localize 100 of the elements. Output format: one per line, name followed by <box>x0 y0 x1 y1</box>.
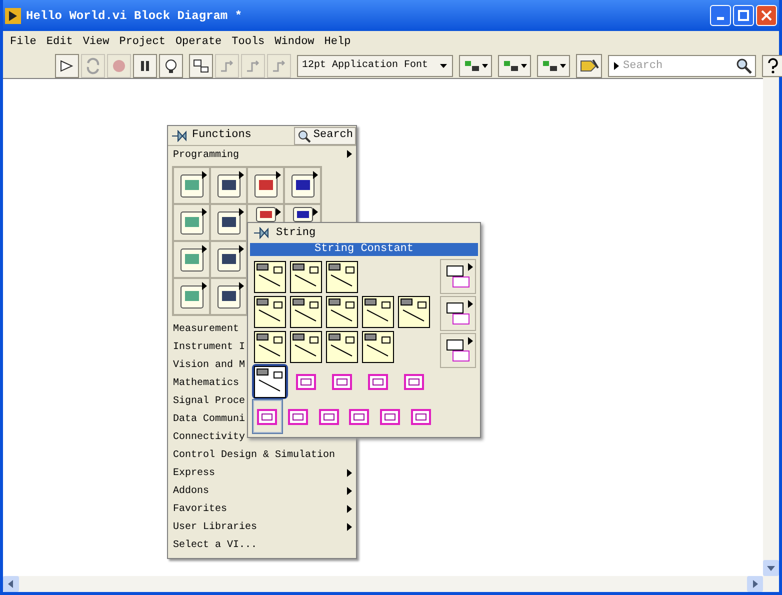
diagram-canvas[interactable] <box>3 78 763 576</box>
constant-icon <box>332 374 352 390</box>
menu-item[interactable]: Project <box>118 34 166 50</box>
menu-item[interactable]: View <box>82 34 110 50</box>
expand-icon <box>612 62 620 70</box>
scroll-left-icon[interactable] <box>3 576 19 592</box>
menu-item[interactable]: Tools <box>230 34 266 50</box>
close-icon <box>761 10 772 21</box>
submenu-arrow-icon <box>276 171 281 179</box>
constant-icon <box>380 408 400 424</box>
palette-tile[interactable] <box>360 329 396 364</box>
function-icon[interactable] <box>256 207 276 222</box>
horizontal-scrollbar[interactable] <box>3 576 779 592</box>
function-icon[interactable] <box>292 207 312 222</box>
submenu-arrow-icon <box>239 208 244 216</box>
category-item[interactable]: Connectivity <box>173 430 246 444</box>
pin-icon[interactable] <box>253 227 271 239</box>
highlight-button[interactable] <box>159 54 183 78</box>
palette-tile[interactable] <box>252 364 288 399</box>
function-icon <box>362 330 394 362</box>
function-icon[interactable] <box>180 210 204 234</box>
category-item[interactable]: User Libraries <box>173 520 258 534</box>
palette-title: Functions <box>192 128 252 144</box>
category-item[interactable]: Select a VI... <box>173 538 258 552</box>
maximize-button[interactable] <box>733 5 754 26</box>
function-icon <box>326 260 358 292</box>
palette-tile[interactable] <box>252 399 283 434</box>
palette-tile[interactable] <box>288 294 324 329</box>
distribute-icon <box>502 58 518 72</box>
function-icon[interactable] <box>180 248 204 272</box>
palette-tile[interactable] <box>252 329 288 364</box>
subpalette-icon <box>446 264 470 288</box>
palette-tile[interactable] <box>252 259 288 294</box>
vertical-scrollbar[interactable] <box>763 78 779 576</box>
submenu-arrow-icon <box>347 150 352 158</box>
category-item[interactable]: Express <box>173 466 216 480</box>
submenu-arrow-icon <box>202 208 207 216</box>
menu-item[interactable]: Window <box>274 34 316 50</box>
search-icon <box>297 128 312 142</box>
palette-tile[interactable] <box>324 294 360 329</box>
palette-tile[interactable] <box>396 294 432 329</box>
category-item[interactable]: Mathematics <box>173 376 240 390</box>
function-icon[interactable] <box>216 248 240 272</box>
palette-tile[interactable] <box>288 259 324 294</box>
help-button[interactable] <box>762 54 782 76</box>
category-item[interactable]: Signal Proce <box>173 394 246 408</box>
constant-icon <box>318 408 339 424</box>
category-item[interactable]: Measurement <box>173 322 240 336</box>
submenu-arrow-icon <box>313 171 318 179</box>
constant-icon <box>296 374 316 390</box>
font-dropdown[interactable]: 12pt Application Font <box>297 54 453 76</box>
function-icon <box>290 330 322 362</box>
submenu-arrow-icon <box>276 208 281 216</box>
function-icon <box>362 296 394 328</box>
close-button[interactable] <box>756 5 777 26</box>
search-button[interactable]: Search <box>294 126 356 144</box>
subpalette-icon <box>446 302 470 326</box>
function-icon[interactable] <box>216 174 240 198</box>
align-dropdown[interactable] <box>459 54 492 76</box>
category-item[interactable]: Favorites <box>173 502 228 516</box>
scroll-right-icon[interactable] <box>747 576 763 592</box>
palette-tile[interactable] <box>324 259 360 294</box>
pin-icon[interactable] <box>171 130 189 142</box>
category-item[interactable]: Data Communi <box>173 412 246 426</box>
subpalette-tile[interactable] <box>440 259 476 294</box>
probe-icon <box>192 56 210 74</box>
minimize-button[interactable] <box>710 5 731 26</box>
subpalette-tile[interactable] <box>440 296 476 331</box>
category-item[interactable]: Control Design & Simulation <box>173 448 336 462</box>
function-icon[interactable] <box>180 284 204 308</box>
cleanup-button[interactable] <box>576 54 602 78</box>
run-button[interactable] <box>55 54 79 78</box>
menu-item[interactable]: File <box>9 34 38 50</box>
palette-tile[interactable] <box>252 294 288 329</box>
menu-item[interactable]: Help <box>323 34 352 50</box>
palette-tile[interactable] <box>360 294 396 329</box>
function-icon[interactable] <box>254 174 278 198</box>
pause-button[interactable] <box>133 54 157 78</box>
submenu-arrow-icon <box>239 171 244 179</box>
menu-item[interactable]: Edit <box>45 34 74 50</box>
reorder-dropdown[interactable] <box>537 54 570 76</box>
function-icon[interactable] <box>180 174 204 198</box>
palette-tile[interactable] <box>288 329 324 364</box>
distribute-dropdown[interactable] <box>498 54 531 76</box>
subpalette-tile[interactable] <box>440 333 476 368</box>
category-item[interactable]: Addons <box>173 484 210 498</box>
category-item[interactable]: Vision and M <box>173 358 246 372</box>
palette-tile[interactable] <box>324 329 360 364</box>
function-icon[interactable] <box>216 210 240 234</box>
app-icon <box>5 8 21 24</box>
menu-item[interactable]: Operate <box>174 34 223 50</box>
probe-button[interactable] <box>189 54 213 78</box>
reorder-icon <box>542 58 558 72</box>
search-field[interactable]: Search <box>608 54 756 76</box>
function-icon[interactable] <box>216 284 240 308</box>
submenu-arrow-icon <box>239 282 244 290</box>
scroll-down-icon[interactable] <box>763 560 779 576</box>
category-item[interactable]: Instrument I <box>173 340 246 354</box>
category-item[interactable]: Programming <box>173 148 240 162</box>
function-icon[interactable] <box>290 174 314 198</box>
